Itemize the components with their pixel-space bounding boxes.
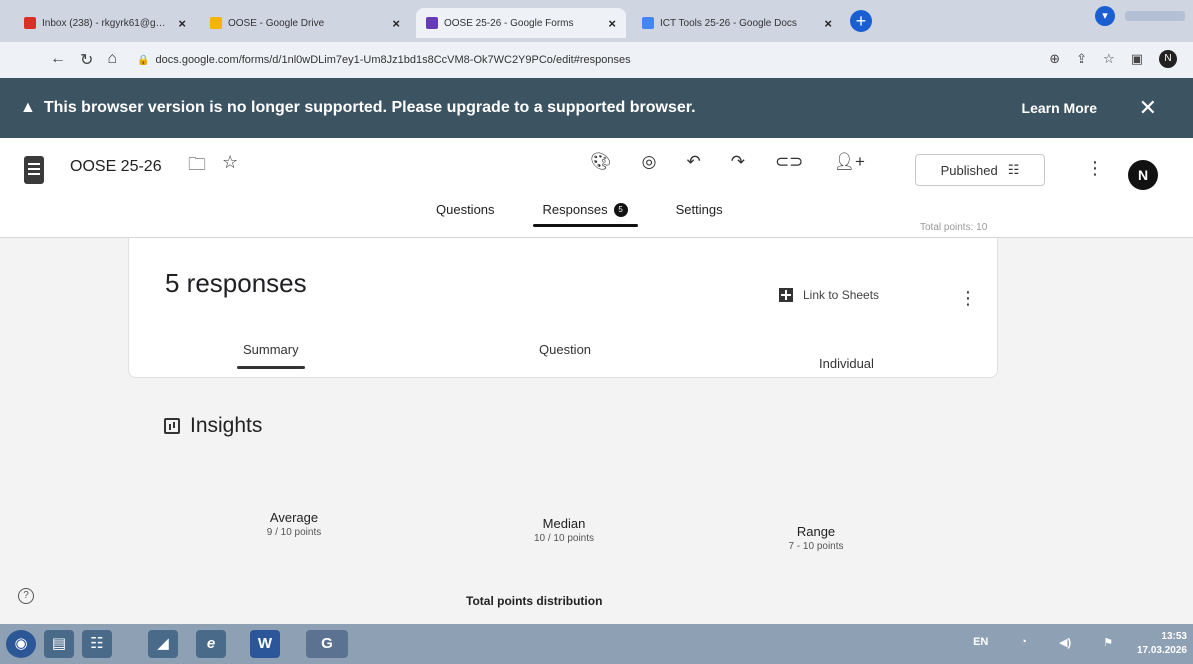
window-control-bar[interactable]: [1125, 11, 1185, 21]
clock[interactable]: 13:53 17.03.2026: [1137, 630, 1187, 658]
tab-search-icon[interactable]: ▾: [1095, 6, 1115, 26]
zoom-icon[interactable]: ⊕: [1049, 51, 1060, 67]
docs-icon: [642, 17, 654, 29]
median-stat: Median 10 / 10 points: [533, 516, 595, 544]
network-icon[interactable]: ◔: [1020, 636, 1027, 649]
link-icon[interactable]: ⊂⊃: [775, 152, 804, 172]
browser-tab-docs[interactable]: ICT Tools 25-26 - Google Docs ×: [632, 8, 842, 38]
publish-settings-icon: ☷: [1007, 162, 1020, 177]
banner-message: This browser version is no longer suppor…: [43, 99, 696, 116]
reload-icon[interactable]: ↻: [80, 50, 93, 70]
forms-icon: [426, 17, 438, 29]
palette-icon[interactable]: 🎨︎: [590, 152, 612, 172]
preview-eye-icon[interactable]: ◎: [642, 152, 657, 172]
drive-icon: [210, 17, 222, 29]
bookmark-star-icon[interactable]: ☆: [1103, 51, 1115, 67]
unsupported-browser-banner: ▲ This browser version is no longer supp…: [0, 78, 1193, 138]
insights-heading: Insights: [164, 414, 262, 438]
learn-more-link[interactable]: Learn More: [1022, 100, 1097, 116]
close-banner-icon[interactable]: ✕: [1139, 95, 1157, 121]
responses-count-badge: 5: [613, 202, 628, 217]
browser-tab-drive[interactable]: OOSE - Google Drive ×: [200, 8, 410, 38]
taskbar: ◉ ▤ ☷ ◢ e W G EN ◔ ◀) ⚑ 13:53 17.03.2026: [0, 624, 1193, 664]
word-icon[interactable]: W: [250, 630, 280, 658]
more-options-icon[interactable]: ⋮: [1086, 158, 1104, 179]
close-tab-icon[interactable]: ×: [178, 16, 186, 31]
forms-logo-icon[interactable]: [24, 156, 44, 184]
tab-individual[interactable]: Individual: [819, 356, 874, 371]
published-button[interactable]: Published ☷: [915, 154, 1045, 186]
undo-icon[interactable]: ↶: [686, 152, 700, 172]
tab-responses[interactable]: Responses 5: [532, 202, 638, 227]
insights-chart-icon: [164, 418, 180, 434]
title-actions: 🗀 ☆: [188, 152, 238, 182]
tab-settings[interactable]: Settings: [666, 202, 733, 227]
address-bar: ← ↻ ⌂ 🔒 docs.google.com/forms/d/1nl0wDLi…: [0, 42, 1193, 78]
responses-more-icon[interactable]: ⋮: [959, 288, 977, 309]
sheets-icon: [779, 288, 793, 302]
close-tab-icon[interactable]: ×: [824, 16, 832, 31]
tab-questions[interactable]: Questions: [426, 202, 505, 227]
file-explorer-icon[interactable]: ▤: [44, 630, 74, 658]
flag-icon[interactable]: ⚑: [1103, 636, 1113, 649]
account-avatar[interactable]: N: [1128, 160, 1158, 190]
extensions-icon[interactable]: ▣: [1131, 51, 1143, 67]
tab-question[interactable]: Question: [539, 342, 591, 357]
chrome-icon[interactable]: G: [306, 630, 348, 658]
address-bar-actions: ⊕ ⇪ ☆ ▣ N: [1049, 50, 1177, 68]
close-tab-icon[interactable]: ×: [608, 16, 616, 31]
average-stat: Average 9 / 10 points: [266, 510, 322, 538]
responses-count-title: 5 responses: [165, 268, 307, 298]
browser-tab-gmail[interactable]: Inbox (238) - rkgyrk61@gmail.c ×: [14, 8, 196, 38]
browser-profile-icon[interactable]: N: [1159, 50, 1177, 68]
close-tab-icon[interactable]: ×: [392, 16, 400, 31]
volume-icon[interactable]: ◀): [1059, 636, 1071, 649]
new-tab-button[interactable]: +: [850, 10, 872, 32]
library-icon[interactable]: ☷: [82, 630, 112, 658]
forms-header: OOSE 25-26 🗀 ☆ 🎨︎ ◎ ↶ ↷ ⊂⊃ 👤︎+ Published…: [0, 138, 1193, 238]
browser-tab-forms[interactable]: OOSE 25-26 - Google Forms ×: [416, 8, 626, 38]
help-icon[interactable]: ?: [18, 588, 34, 604]
gmail-icon: [24, 17, 36, 29]
nav-buttons: ← ↻ ⌂: [50, 50, 117, 70]
responses-summary-card: 5 responses Link to Sheets ⋮ Summary Que…: [128, 238, 998, 378]
url-field[interactable]: 🔒 docs.google.com/forms/d/1nl0wDLim7ey1-…: [137, 54, 631, 66]
form-tabs: Questions Responses 5 Settings: [426, 202, 733, 227]
tab-summary[interactable]: Summary: [237, 342, 305, 369]
start-button-icon[interactable]: ◉: [6, 630, 36, 658]
star-icon[interactable]: ☆: [222, 152, 238, 182]
internet-explorer-icon[interactable]: e: [196, 630, 226, 658]
folder-icon[interactable]: 🗀: [188, 152, 206, 182]
home-icon[interactable]: ⌂: [107, 50, 117, 70]
responses-main: 5 responses Link to Sheets ⋮ Summary Que…: [0, 238, 1193, 624]
total-points-label: Total points: 10: [920, 222, 988, 233]
language-indicator[interactable]: EN: [973, 636, 988, 649]
add-collaborator-icon[interactable]: 👤︎+: [833, 152, 865, 172]
lock-icon: 🔒: [137, 54, 150, 66]
redo-icon[interactable]: ↷: [731, 152, 745, 172]
total-points-distribution-title: Total points distribution: [466, 594, 603, 608]
toolbar: 🎨︎ ◎ ↶ ↷ ⊂⊃ 👤︎+: [590, 152, 865, 172]
range-stat: Range 7 - 10 points: [788, 524, 844, 552]
back-icon[interactable]: ←: [50, 50, 66, 70]
system-tray: EN ◔ ◀) ⚑: [973, 636, 1113, 649]
window-controls: ▾: [1095, 6, 1185, 26]
media-icon[interactable]: ◢: [148, 630, 178, 658]
share-icon[interactable]: ⇪: [1076, 51, 1087, 67]
browser-tab-strip: Inbox (238) - rkgyrk61@gmail.c × OOSE - …: [0, 0, 1193, 42]
warning-icon: ▲: [20, 99, 36, 116]
link-to-sheets-button[interactable]: Link to Sheets: [779, 288, 879, 302]
form-title[interactable]: OOSE 25-26: [70, 158, 162, 176]
